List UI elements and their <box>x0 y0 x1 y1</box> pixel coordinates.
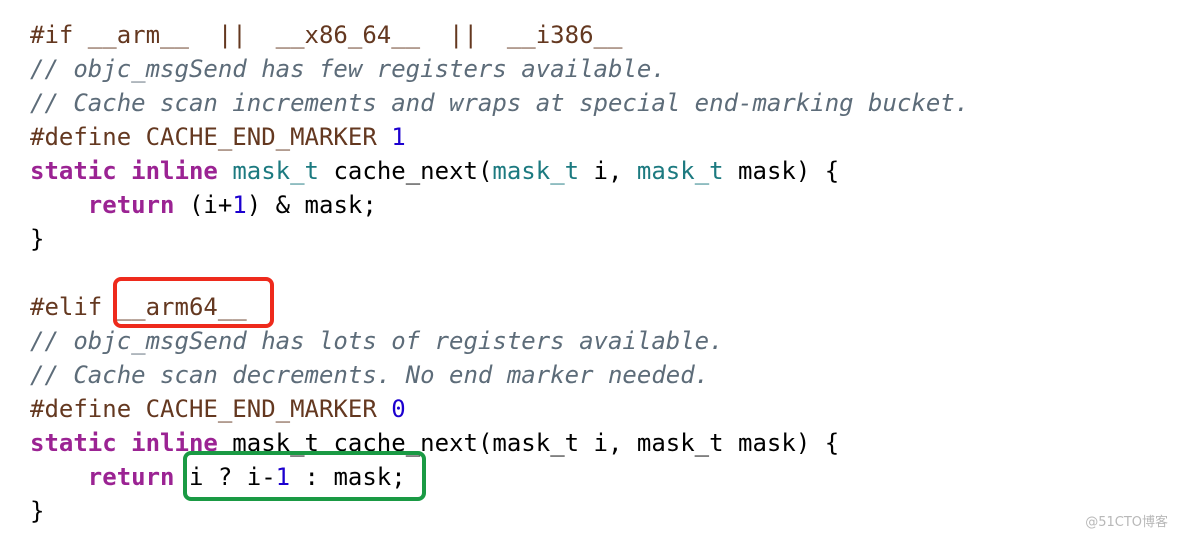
code-token: i, <box>579 157 637 185</box>
code-line: // objc_msgSend has few registers availa… <box>30 52 969 86</box>
code-block: #if __arm__ || __x86_64__ || __i386__ // … <box>30 18 969 528</box>
code-token: (i+ <box>174 191 233 219</box>
code-screenshot: #if __arm__ || __x86_64__ || __i386__ // … <box>0 0 1180 538</box>
code-token: static <box>30 157 117 185</box>
code-token: // Cache scan increments and wraps at sp… <box>30 89 970 117</box>
code-line: // Cache scan increments and wraps at sp… <box>30 86 969 120</box>
code-token: // Cache scan decrements. No end marker … <box>30 361 710 389</box>
code-line: static inline mask_t cache_next(mask_t i… <box>30 154 969 188</box>
watermark: @51CTO博客 <box>1085 515 1168 530</box>
highlight-box-return-expression <box>183 451 426 501</box>
code-token: mask_t <box>636 157 724 185</box>
code-token: // objc_msgSend has few registers availa… <box>30 55 666 83</box>
code-token: ) & mask; <box>246 191 377 219</box>
code-line: static inline mask_t cache_next(mask_t i… <box>30 426 969 460</box>
code-token: } <box>30 225 45 253</box>
code-line: // objc_msgSend has lots of registers av… <box>30 324 969 358</box>
code-line: } <box>30 494 969 528</box>
code-token: #if __arm__ || __x86_64__ || __i386__ <box>30 21 623 49</box>
code-token: } <box>30 497 45 525</box>
code-token: mask) { <box>723 157 840 185</box>
code-token: return <box>87 463 175 491</box>
code-token: static <box>30 429 117 457</box>
code-token: 1 <box>232 191 247 219</box>
code-token: #define CACHE_END_MARKER <box>30 395 392 423</box>
highlight-box-arm64 <box>113 277 274 328</box>
code-token: // objc_msgSend has lots of registers av… <box>30 327 724 355</box>
code-line: return (i+1) & mask; <box>30 188 969 222</box>
code-line: #if __arm__ || __x86_64__ || __i386__ <box>30 18 969 52</box>
code-token: cache_next( <box>319 157 493 185</box>
code-line: #define CACHE_END_MARKER 1 <box>30 120 969 154</box>
code-line: #define CACHE_END_MARKER 0 <box>30 392 969 426</box>
code-token: mask_t <box>232 157 320 185</box>
code-token: 0 <box>391 395 406 423</box>
code-line: } <box>30 222 969 256</box>
code-token: mask_t <box>492 157 580 185</box>
code-line: return i ? i-1 : mask; <box>30 460 969 494</box>
code-token: #define CACHE_END_MARKER <box>30 123 392 151</box>
code-line: // Cache scan decrements. No end marker … <box>30 358 969 392</box>
code-token: return <box>87 191 175 219</box>
code-token: inline <box>131 157 218 185</box>
code-token: 1 <box>391 123 406 151</box>
